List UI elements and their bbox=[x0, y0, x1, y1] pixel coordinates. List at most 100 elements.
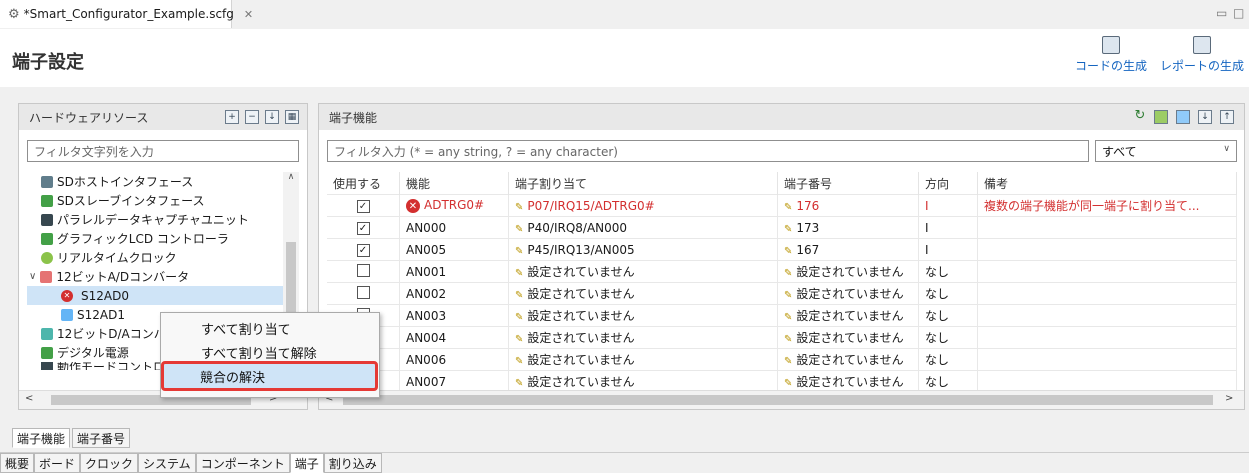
table-row[interactable]: AN006 ✎ 設定されていません ✎ 設定されていません なし bbox=[327, 348, 1237, 371]
column-header-assign[interactable]: 端子割り当て bbox=[508, 172, 778, 195]
assign-cell[interactable]: ✎ 設定されていません bbox=[508, 348, 778, 371]
assign-label: 設定されていません bbox=[527, 287, 635, 301]
pin-cell[interactable]: ✎ 設定されていません bbox=[777, 326, 919, 349]
maximize-icon[interactable]: □ bbox=[1233, 6, 1244, 20]
expand-all-icon[interactable]: + bbox=[225, 110, 239, 124]
page-title: 端子設定 bbox=[12, 52, 84, 73]
table-row[interactable]: AN002 ✎ 設定されていません ✎ 設定されていません なし bbox=[327, 282, 1237, 305]
generate-report-icon bbox=[1193, 36, 1211, 54]
pin-cell[interactable]: ✎ 176 bbox=[777, 194, 919, 217]
used-checkbox[interactable] bbox=[356, 285, 370, 299]
tree-item-sd-slave[interactable]: SDスレーブインタフェース bbox=[27, 191, 299, 210]
column-header-note[interactable]: 備考 bbox=[977, 172, 1237, 195]
tree-item-s12ad0[interactable]: ✕ S12AD0 bbox=[27, 286, 291, 305]
pin-label: 167 bbox=[796, 242, 820, 257]
tree-item-label: S12AD1 bbox=[77, 307, 125, 322]
column-header-used[interactable]: 使用する bbox=[327, 172, 400, 195]
assign-cell[interactable]: ✎ P40/IRQ8/AN000 bbox=[508, 216, 778, 239]
scroll-up-icon[interactable]: ∧ bbox=[283, 172, 299, 182]
tree-item-pdc[interactable]: パラレルデータキャプチャユニット bbox=[27, 210, 299, 229]
editor-tab[interactable]: ⚙ *Smart_Configurator_Example.scfg ✕ bbox=[0, 0, 253, 28]
pin-filter-select[interactable]: すべて ∨ bbox=[1095, 140, 1237, 162]
pencil-icon: ✎ bbox=[515, 356, 524, 367]
tab-pin-function[interactable]: 端子機能 bbox=[12, 428, 71, 448]
pin-cell[interactable]: ✎ 設定されていません bbox=[777, 260, 919, 283]
used-checkbox[interactable] bbox=[356, 263, 370, 277]
pin-cell[interactable]: ✎ 167 bbox=[777, 238, 919, 261]
pin-label: 設定されていません bbox=[796, 353, 904, 367]
assign-label: 設定されていません bbox=[527, 353, 635, 367]
minimize-icon[interactable]: ▭ bbox=[1216, 6, 1227, 20]
pin-cell[interactable]: ✎ 設定されていません bbox=[777, 370, 919, 390]
table-row[interactable]: AN003 ✎ 設定されていません ✎ 設定されていません なし bbox=[327, 304, 1237, 327]
assign-cell[interactable]: ✎ 設定されていません bbox=[508, 282, 778, 305]
tree-item-sd-host[interactable]: SDホストインタフェース bbox=[27, 172, 299, 191]
scroll-right-icon[interactable]: > bbox=[1225, 393, 1233, 404]
table-row[interactable]: AN001 ✎ 設定されていません ✎ 設定されていません なし bbox=[327, 260, 1237, 283]
sort-icon[interactable]: ↓ bbox=[265, 110, 279, 124]
menu-item-resolve-conflict[interactable]: 競合の解決 bbox=[200, 367, 265, 386]
pin-cell[interactable]: ✎ 設定されていません bbox=[777, 348, 919, 371]
tab-overview[interactable]: 概要 bbox=[0, 453, 35, 473]
assign-cell[interactable]: ✎ P45/IRQ13/AN005 bbox=[508, 238, 778, 261]
hardware-filter-input[interactable]: フィルタ文字列を入力 bbox=[27, 140, 299, 162]
tab-clock[interactable]: クロック bbox=[80, 453, 139, 473]
table-row[interactable]: ✓ AN000 ✎ P40/IRQ8/AN000 ✎ 173 I bbox=[327, 216, 1237, 239]
board-icon[interactable] bbox=[1154, 110, 1168, 124]
table-horizontal-scrollbar[interactable]: < > bbox=[319, 390, 1244, 409]
pin-cell[interactable]: ✎ 設定されていません bbox=[777, 282, 919, 305]
pin-cell[interactable]: ✎ 設定されていません bbox=[777, 304, 919, 327]
tree-scroll-thumb[interactable] bbox=[286, 242, 296, 312]
assign-cell[interactable]: ✎ 設定されていません bbox=[508, 370, 778, 390]
table-row[interactable]: ✓ AN005 ✎ P45/IRQ13/AN005 ✎ 167 I bbox=[327, 238, 1237, 261]
table-hscroll-thumb[interactable] bbox=[343, 395, 1213, 405]
pencil-icon: ✎ bbox=[515, 223, 524, 235]
refresh-icon[interactable]: ↻ bbox=[1134, 109, 1146, 122]
tab-pins[interactable]: 端子 bbox=[289, 453, 324, 473]
used-checkbox[interactable]: ✓ bbox=[356, 244, 370, 257]
export-icon[interactable]: ↑ bbox=[1220, 110, 1234, 124]
pin-cell[interactable]: ✎ 173 bbox=[777, 216, 919, 239]
close-tab-icon[interactable]: ✕ bbox=[244, 8, 253, 21]
menu-item-unassign-all[interactable]: すべて割り当て解除 bbox=[201, 343, 317, 362]
pin-filter-input[interactable]: フィルタ入力 (* = any string, ? = any characte… bbox=[327, 140, 1089, 162]
column-header-function[interactable]: 機能 bbox=[399, 172, 509, 195]
tab-pin-number[interactable]: 端子番号 bbox=[72, 428, 131, 448]
pencil-icon: ✎ bbox=[784, 290, 793, 301]
assign-cell[interactable]: ✎ 設定されていません bbox=[508, 260, 778, 283]
assign-cell[interactable]: ✎ 設定されていません bbox=[508, 326, 778, 349]
note-cell: 複数の端子機能が同一端子に割り当て... bbox=[977, 194, 1237, 217]
expand-chevron-icon[interactable]: ∨ bbox=[29, 271, 36, 282]
used-checkbox[interactable]: ✓ bbox=[356, 200, 370, 213]
table-row[interactable]: AN004 ✎ 設定されていません ✎ 設定されていません なし bbox=[327, 326, 1237, 349]
column-header-direction[interactable]: 方向 bbox=[918, 172, 978, 195]
pin-label: 173 bbox=[796, 220, 820, 235]
error-unit-icon: ✕ bbox=[61, 289, 73, 302]
note-cell bbox=[977, 370, 1237, 390]
table-row[interactable]: ✓ ✕ ADTRG0# ✎ P07/IRQ15/ADTRG0# ✎ 176 I 複数の… bbox=[327, 194, 1237, 217]
used-checkbox[interactable]: ✓ bbox=[356, 222, 370, 235]
assign-cell[interactable]: ✎ P07/IRQ15/ADTRG0# bbox=[508, 194, 778, 217]
tree-item-glcd[interactable]: グラフィックLCD コントローラ bbox=[27, 229, 299, 248]
save-list-icon[interactable] bbox=[1176, 110, 1190, 124]
pencil-icon: ✎ bbox=[784, 223, 793, 235]
editor-tab-title: *Smart_Configurator_Example.scfg bbox=[23, 7, 234, 21]
scroll-left-icon[interactable]: < bbox=[25, 393, 33, 404]
tab-component[interactable]: コンポーネント bbox=[195, 453, 290, 473]
menu-item-assign-all[interactable]: すべて割り当て bbox=[201, 319, 291, 338]
hierarchy-icon[interactable]: ▦ bbox=[285, 110, 299, 124]
tab-interrupt[interactable]: 割り込み bbox=[323, 453, 382, 473]
tab-system[interactable]: システム bbox=[138, 453, 196, 473]
column-header-pin[interactable]: 端子番号 bbox=[777, 172, 919, 195]
collapse-all-icon[interactable]: − bbox=[245, 110, 259, 124]
tree-item-rtc[interactable]: リアルタイムクロック bbox=[27, 248, 299, 267]
tree-item-adc[interactable]: ∨ 12ビットA/Dコンバータ bbox=[27, 267, 299, 286]
tab-board[interactable]: ボード bbox=[34, 453, 81, 473]
generate-code-button[interactable]: コードの生成 bbox=[1075, 36, 1147, 74]
generate-code-label: コードの生成 bbox=[1075, 59, 1148, 73]
assign-cell[interactable]: ✎ 設定されていません bbox=[508, 304, 778, 327]
generate-report-button[interactable]: レポートの生成 bbox=[1160, 36, 1244, 74]
table-row[interactable]: AN007 ✎ 設定されていません ✎ 設定されていません なし bbox=[327, 370, 1237, 390]
import-icon[interactable]: ↓ bbox=[1198, 110, 1212, 124]
page-tab-bar: 概要 ボード クロック システム コンポーネント 端子 割り込み bbox=[0, 452, 1249, 473]
